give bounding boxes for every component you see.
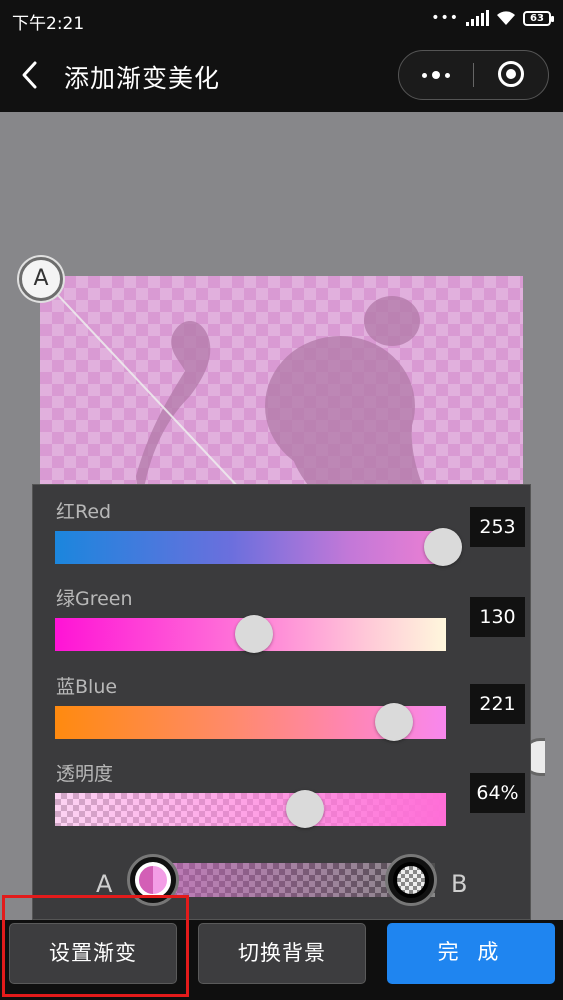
red-slider[interactable] [55, 528, 462, 566]
stop-b-label: B [451, 870, 468, 898]
blue-value[interactable]: 221 [470, 684, 525, 724]
status-icons: ••• 63 [431, 10, 554, 26]
blue-slider[interactable] [55, 703, 446, 741]
alpha-slider[interactable] [55, 790, 446, 828]
gradient-stop-b[interactable] [385, 854, 437, 906]
red-label: 红Red [56, 501, 112, 523]
blue-slider-thumb[interactable] [375, 703, 413, 741]
alpha-slider-thumb[interactable] [286, 790, 324, 828]
color-panel: 红Red 253 绿Green 130 蓝Blue 221 透明度 64% A … [32, 484, 531, 920]
gradient-handle-a[interactable]: A [19, 257, 63, 301]
status-time: 下午2:21 [12, 14, 85, 34]
green-slider-thumb[interactable] [235, 615, 273, 653]
wifi-icon [497, 11, 515, 25]
capsule-divider [473, 63, 474, 87]
alpha-value[interactable]: 64% [470, 773, 525, 813]
green-label: 绿Green [56, 588, 133, 610]
chevron-left-icon[interactable] [14, 58, 48, 92]
battery-icon: 63 [523, 10, 554, 26]
green-slider[interactable] [55, 615, 446, 653]
signal-icon [466, 10, 489, 26]
stop-a-label: A [96, 870, 113, 898]
red-value[interactable]: 253 [470, 507, 525, 547]
more-dots-icon[interactable] [399, 51, 473, 98]
mini-program-capsule [398, 50, 549, 100]
highlight-annotation-box [2, 895, 189, 997]
target-close-icon[interactable] [475, 51, 549, 98]
blue-label: 蓝Blue [56, 676, 118, 698]
green-value[interactable]: 130 [470, 597, 525, 637]
switch-background-button[interactable]: 切换背景 [198, 923, 366, 984]
page-title: 添加渐变美化 [64, 64, 221, 93]
done-button[interactable]: 完 成 [387, 923, 555, 984]
alpha-label: 透明度 [56, 763, 114, 785]
dots-icon: ••• [431, 10, 459, 26]
status-bar: 下午2:21 ••• 63 [0, 0, 563, 38]
app-root: 下午2:21 ••• 63 添加渐变美化 A 红Red 253 绿Green 1… [0, 0, 563, 1000]
red-slider-thumb[interactable] [424, 528, 462, 566]
nav-bar: 添加渐变美化 [0, 38, 563, 112]
